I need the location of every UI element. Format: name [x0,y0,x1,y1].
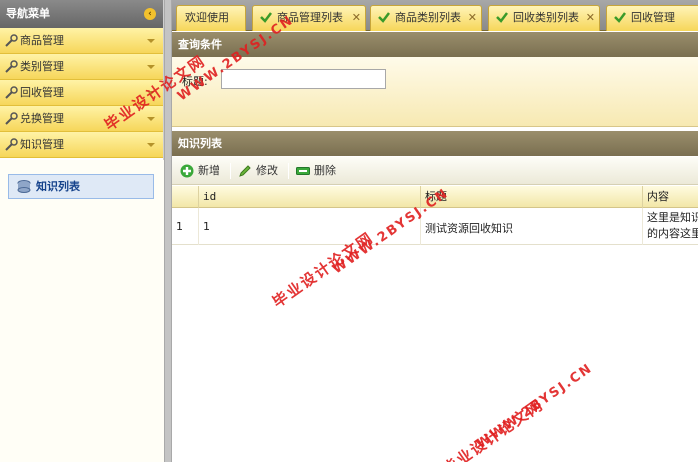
nav-item-recycle[interactable]: 回收管理 [0,80,163,106]
chevron-down-icon [147,91,155,95]
nav-item-exchange[interactable]: 兑换管理 [0,106,163,132]
nav-body: 知识列表 [0,160,164,462]
tab-recycle-manage[interactable]: 回收管理 [606,5,698,31]
nav-item-label: 回收管理 [20,86,64,99]
tab-recycle-category-list[interactable]: 回收类别列表 ✕ [488,5,600,31]
title-search-input[interactable] [221,69,386,89]
check-icon [496,12,508,23]
title-field-label: 标题: [182,75,208,88]
nav-item-goods[interactable]: 商品管理 [0,28,163,54]
search-panel: 标题: [172,57,698,127]
nav-panel: 导航菜单 ‹ 商品管理 类别管理 回收管理 兑换管理 知识管理 知识列表 [0,0,164,462]
nav-item-label: 商品管理 [20,34,64,47]
pencil-icon [239,165,251,177]
nav-item-label: 兑换管理 [20,112,64,125]
add-button[interactable]: 新增 [178,162,220,180]
search-panel-header: 查询条件 [172,32,698,57]
toolbar-separator [230,163,231,179]
cell-title-value: 测试资源回收知识 [425,222,513,235]
cell-id-value: 1 [203,220,210,233]
content-line-1: 这里是知识 [647,211,698,224]
collapse-left-icon[interactable]: ‹ [144,8,156,20]
tab-label: 回收类别列表 [513,11,579,24]
table-row[interactable]: 1 1 测试资源回收知识 这里是知识 的内容这里 [172,208,698,245]
layout-splitter[interactable] [164,0,172,462]
tab-label: 商品类别列表 [395,11,461,24]
wrench-icon [5,138,18,151]
tab-bar: 欢迎使用 商品管理列表 ✕ 商品类别列表 ✕ 回收类别列表 ✕ 回收管理 [172,0,698,31]
delete-button[interactable]: 删除 [294,162,336,180]
nav-header: 导航菜单 ‹ [0,0,163,28]
chevron-down-icon [147,143,155,147]
chevron-down-icon [147,39,155,43]
close-icon[interactable]: ✕ [352,6,361,30]
row-number-value: 1 [176,220,183,233]
chevron-down-icon [147,65,155,69]
search-panel-title: 查询条件 [178,38,222,51]
add-label: 新增 [198,164,220,177]
close-icon[interactable]: ✕ [468,6,477,30]
content-line-2: 的内容这里 [647,227,698,240]
nav-item-label: 知识管理 [20,138,64,151]
knowledge-list-label: 知识列表 [36,180,80,193]
cell-title: 测试资源回收知识 [420,208,642,245]
delete-label: 删除 [314,164,336,177]
row-number: 1 [172,208,198,245]
toolbar-separator [288,163,289,179]
grid-panel-title: 知识列表 [178,137,222,150]
plus-icon [180,164,194,178]
column-header-content[interactable]: 内容 [642,186,698,208]
chevron-down-icon [147,117,155,121]
tab-label: 回收管理 [631,11,675,24]
nav-item-label: 类别管理 [20,60,64,73]
cell-id: 1 [198,208,420,245]
edit-button[interactable]: 修改 [236,162,278,180]
nav-title: 导航菜单 [6,7,50,20]
tab-goods-category-list[interactable]: 商品类别列表 ✕ [370,5,482,31]
tab-label: 欢迎使用 [185,11,229,24]
grid-panel-header: 知识列表 [172,131,698,156]
column-header-id[interactable]: id [198,186,420,208]
nav-item-category[interactable]: 类别管理 [0,54,163,80]
tab-welcome[interactable]: 欢迎使用 [176,5,246,31]
close-icon[interactable]: ✕ [586,6,595,30]
knowledge-grid: 新增 修改 删除 id 标题 内容 1 1 测试资源回收知识 这里是知识 的内容… [172,157,698,462]
wrench-icon [5,112,18,125]
minus-icon [296,167,310,175]
column-header-title[interactable]: 标题 [420,186,642,208]
edit-label: 修改 [256,164,278,177]
wrench-icon [5,86,18,99]
check-icon [378,12,390,23]
grid-header-row: id 标题 内容 [172,186,698,208]
check-icon [260,12,272,23]
check-icon [614,12,626,23]
cell-content-text: 这里是知识 的内容这里 [647,208,698,242]
database-icon [17,180,31,193]
grid-toolbar: 新增 修改 删除 [172,157,698,185]
rownum-header [172,186,198,208]
tab-label: 商品管理列表 [277,11,343,24]
wrench-icon [5,60,18,73]
tab-goods-list[interactable]: 商品管理列表 ✕ [252,5,366,31]
wrench-icon [5,34,18,47]
knowledge-list-link[interactable]: 知识列表 [8,174,154,199]
nav-item-knowledge[interactable]: 知识管理 [0,132,163,158]
cell-content: 这里是知识 的内容这里 [642,208,698,245]
